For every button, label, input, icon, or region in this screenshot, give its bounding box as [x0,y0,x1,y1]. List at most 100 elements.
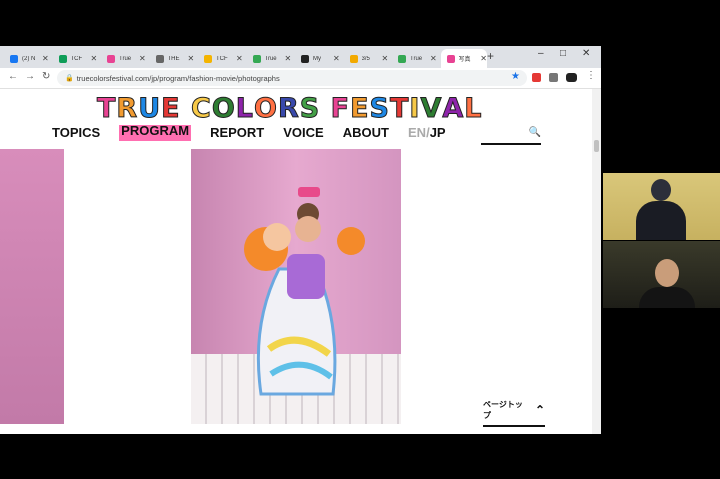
browser-toolbar: ← → ↻ 🔒 truecolorsfestival.com/jp/progra… [0,68,601,89]
logo-letter: T [96,93,117,124]
url-text: truecolorsfestival.com/jp/program/fashio… [76,73,280,83]
close-tab-icon[interactable]: ✕ [236,54,243,63]
close-tab-icon[interactable]: ✕ [188,54,195,63]
logo-letter: L [235,93,255,124]
back-icon[interactable]: ← [8,71,18,82]
bookmark-icon [301,54,309,63]
gallery-photo-main[interactable] [191,149,401,424]
tab-title: (2) N [22,55,36,62]
tab-title: True [264,55,277,62]
logo-letter [181,94,191,124]
bookmark-star-icon[interactable]: ★ [511,71,520,82]
new-tab-button[interactable]: + [487,49,494,63]
person-body [639,287,695,308]
tcf-icon [446,54,455,63]
tab-title: THE [167,55,180,62]
sheets-icon [58,54,67,63]
folder-icon [349,54,358,63]
browser-tab[interactable]: True ✕ [101,49,148,68]
close-tab-icon[interactable]: ✕ [285,54,292,63]
browser-tab[interactable]: 写真 ✕ [440,49,487,68]
slides-icon [204,54,212,63]
close-tab-icon[interactable]: ✕ [42,54,49,63]
logo-letter: T [389,93,410,124]
logo-letter: S [299,93,321,124]
maximize-icon[interactable]: □ [560,48,566,59]
chevron-up-icon: ⌃ [534,403,545,417]
close-tab-icon[interactable]: ✕ [430,54,437,63]
person-head [655,259,679,287]
close-tab-icon[interactable]: ✕ [91,54,98,63]
nav-link-voice[interactable]: VOICE [283,125,323,141]
nav-link-about[interactable]: ABOUT [343,125,389,141]
logo-letter: F [330,93,351,124]
browser-window: (2) N ✕ TCF ✕ True ✕ THE ✕ TCF ✕ True ✕ My ✕ 3/5 ✕ True ✕… [0,46,601,434]
forward-icon[interactable]: → [25,71,35,82]
language-switch: EN/JP [408,125,446,140]
search-icon[interactable]: 🔍 [529,127,541,138]
tab-title: 写真 [458,57,471,63]
lang-jp[interactable]: JP [430,125,446,140]
main-nav: TOPICS PROGRAM REPORT VOICE ABOUT [52,124,389,141]
address-bar[interactable]: 🔒 truecolorsfestival.com/jp/program/fash… [57,70,527,86]
logo-letter: E [161,93,181,124]
browser-tab[interactable]: True ✕ [247,49,294,68]
tab-strip: (2) N ✕ TCF ✕ True ✕ THE ✕ TCF ✕ True ✕ My ✕ 3/5 ✕ True ✕… [0,46,601,68]
browser-tab[interactable]: 3/5 ✕ [344,49,391,68]
tab-title: True [119,55,132,62]
close-tab-icon[interactable]: ✕ [382,54,389,63]
browser-tab[interactable]: (2) N ✕ [4,49,51,68]
tab-title: 3/5 [361,55,370,62]
close-window-icon[interactable]: ✕ [582,48,590,59]
logo-letter: V [420,93,443,124]
tab-title: TCF [216,55,228,62]
more-menu-icon[interactable]: ⋮ [586,70,596,81]
browser-tab[interactable]: THE ✕ [150,49,197,68]
logo-letter [320,94,330,124]
logo-letter: O [254,93,278,124]
puzzle-extension-icon[interactable] [549,73,558,82]
nav-link-program[interactable]: PROGRAM [119,124,192,141]
close-tab-icon[interactable]: ✕ [480,54,487,63]
browser-tab[interactable]: True ✕ [392,49,439,68]
acrobat-extension-icon[interactable] [532,73,541,82]
lang-en[interactable]: EN [408,125,426,140]
person-head [651,179,671,201]
page-top-button[interactable]: ページトップ ⌃ [483,399,545,427]
scrollbar-thumb[interactable] [594,140,599,152]
participant-video-interpreter[interactable] [603,173,720,240]
gallery-photo-previous[interactable] [0,149,64,424]
tab-title: My [313,55,321,62]
tab-title: True [410,55,423,62]
site-logo[interactable]: TRUE COLORS FESTIVAL [96,93,495,124]
lock-icon: 🔒 [65,75,74,82]
logo-letter: R [277,93,300,124]
green-icon [252,54,261,63]
browser-tab[interactable]: TCF ✕ [53,49,100,68]
costumed-model-figure [244,187,365,396]
tcf-icon [107,54,115,63]
logo-letter: L [464,93,483,124]
logo-letter: I [409,93,421,124]
logo-letter: A [442,93,465,124]
nav-link-topics[interactable]: TOPICS [52,125,100,141]
search-input[interactable]: 🔍 [481,127,541,145]
close-tab-icon[interactable]: ✕ [139,54,146,63]
tab-title: TCF [70,55,83,62]
close-tab-icon[interactable]: ✕ [333,54,340,63]
participant-video-speaker[interactable] [603,241,720,308]
page-icon [155,54,164,63]
logo-letter: E [350,93,370,124]
logo-letter: R [116,93,139,124]
green-icon [398,54,406,63]
logo-letter: C [191,93,212,124]
browser-tab[interactable]: TCF ✕ [198,49,245,68]
browser-tab[interactable]: My ✕ [295,49,342,68]
nav-link-report[interactable]: REPORT [210,125,264,141]
logo-letter: U [138,93,162,124]
profile-extension-icon[interactable] [566,73,577,82]
minimize-icon[interactable]: – [538,48,544,59]
reload-icon[interactable]: ↻ [42,71,50,82]
logo-letter: S [369,93,390,124]
person-body [636,201,686,240]
